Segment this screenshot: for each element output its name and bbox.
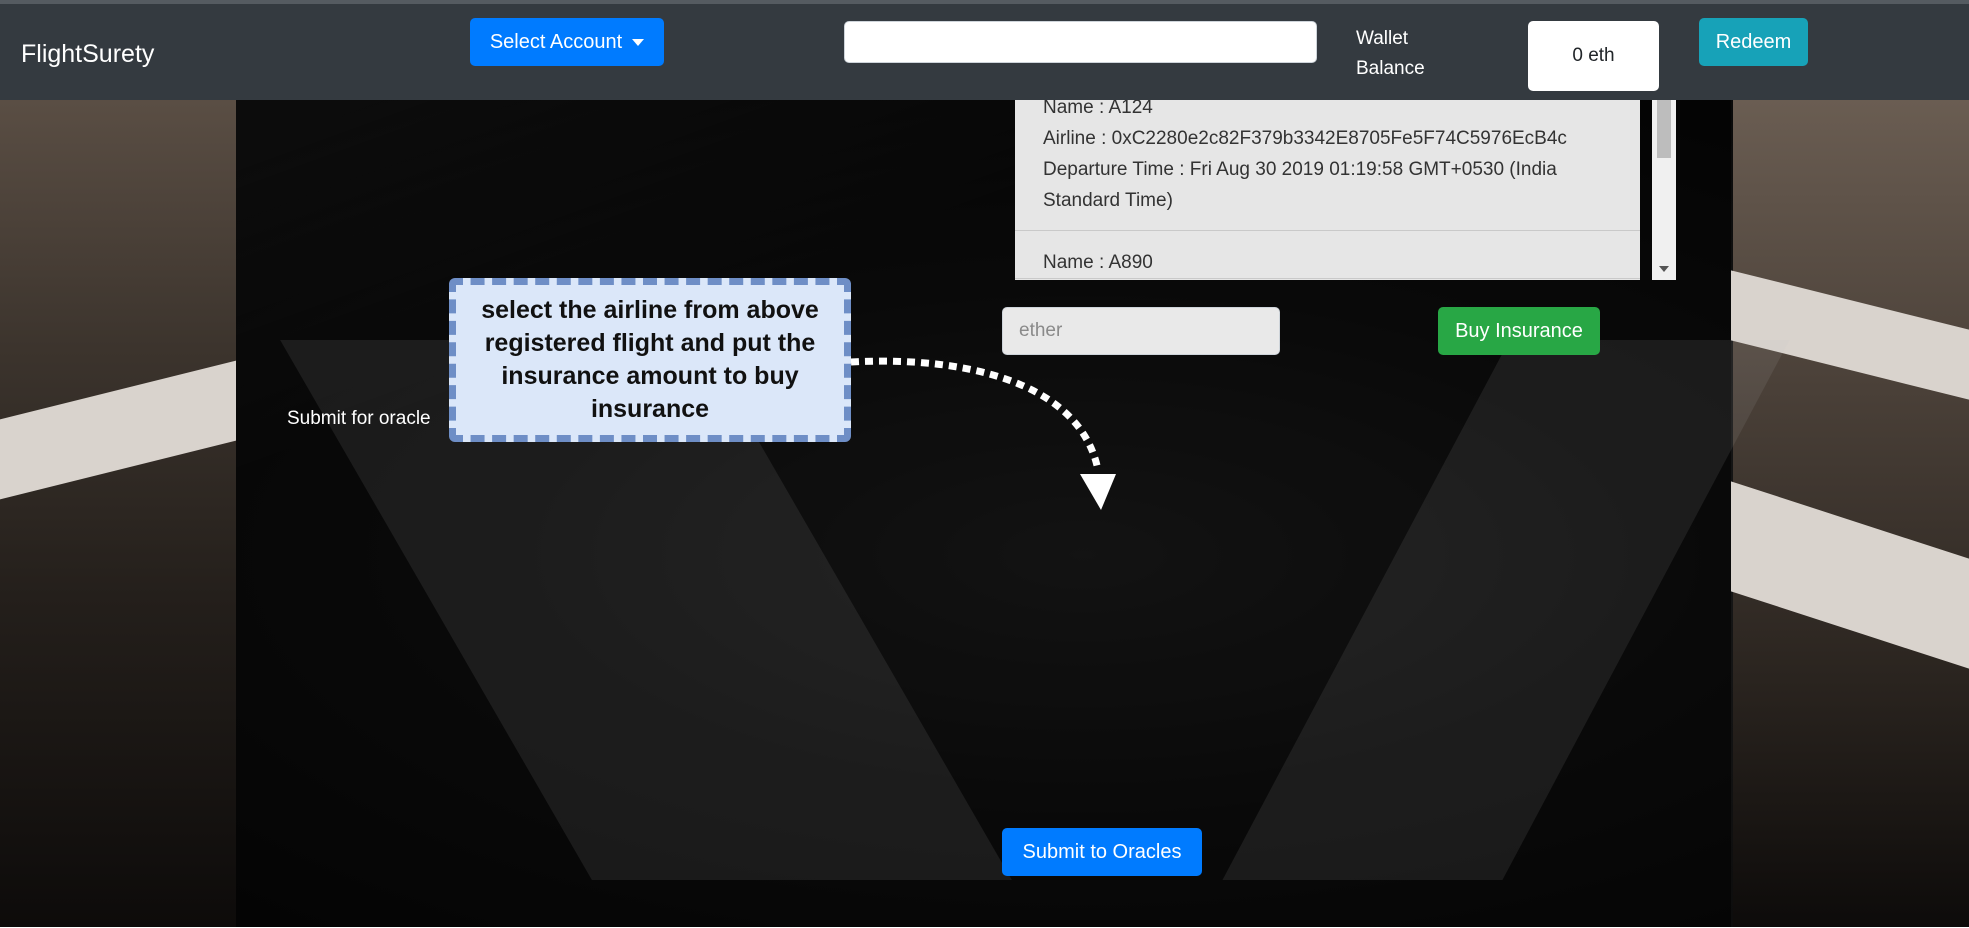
flight-list-scrollbar[interactable] xyxy=(1652,100,1676,280)
select-account-label: Select Account xyxy=(489,30,623,53)
scrollbar-thumb[interactable] xyxy=(1657,100,1671,158)
submit-to-oracles-button[interactable]: Submit to Oracles xyxy=(1002,828,1202,876)
address-input[interactable] xyxy=(844,21,1317,63)
flight-name: Name : A890 xyxy=(1043,252,1153,273)
wallet-balance-value: 0 eth xyxy=(1528,21,1659,91)
caret-down-icon xyxy=(632,38,645,46)
flight-departure: Departure Time : Fri Aug 30 2019 01:19:5… xyxy=(1043,159,1557,211)
flight-item[interactable]: Name : A890 xyxy=(1015,231,1640,279)
select-account-dropdown[interactable]: Select Account xyxy=(470,18,664,66)
background-left-panel xyxy=(0,100,236,927)
ether-amount-input[interactable] xyxy=(1002,307,1280,355)
flight-name: Name : A124 xyxy=(1043,100,1153,118)
redeem-button[interactable]: Redeem xyxy=(1699,18,1808,66)
flight-airline: Airline : 0xC2280e2c82F379b3342E8705Fe5F… xyxy=(1043,128,1567,149)
buy-insurance-button[interactable]: Buy Insurance xyxy=(1438,307,1600,355)
navbar: FlightSurety Select Account Wallet Balan… xyxy=(0,0,1969,100)
wallet-balance-label: Wallet Balance xyxy=(1356,28,1425,79)
submit-for-oracle-label: Submit for oracle xyxy=(287,408,431,429)
annotation-callout: select the airline from above registered… xyxy=(449,278,851,442)
flight-list[interactable]: Name : A124 Airline : 0xC2280e2c82F379b3… xyxy=(1015,100,1640,280)
scroll-down-arrow-icon[interactable] xyxy=(1659,266,1669,272)
flight-item[interactable]: Name : A124 Airline : 0xC2280e2c82F379b3… xyxy=(1015,100,1640,231)
road-stripe xyxy=(1222,340,1790,880)
brand-title[interactable]: FlightSurety xyxy=(21,40,154,69)
